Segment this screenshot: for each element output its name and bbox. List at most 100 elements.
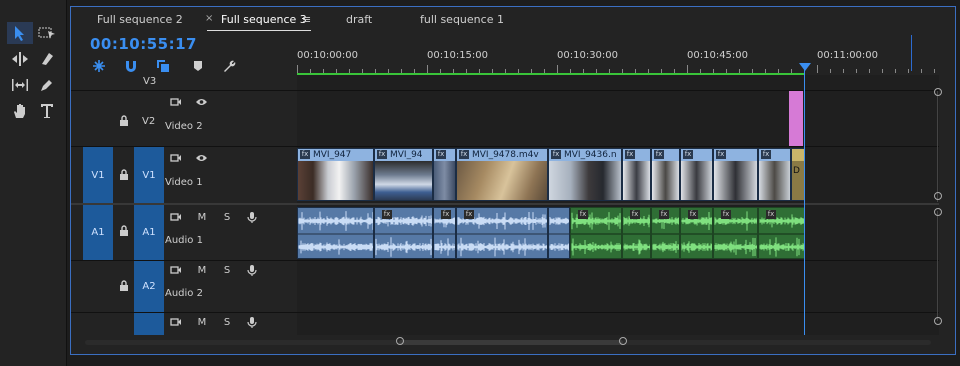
track-v3[interactable]: [297, 75, 939, 90]
lock-icon[interactable]: [118, 115, 130, 126]
tab-menu-icon[interactable]: ≡: [302, 13, 311, 26]
fx-badge-icon: fx: [630, 210, 640, 219]
video-clip[interactable]: D: [791, 148, 805, 201]
track-a3[interactable]: [297, 313, 939, 335]
fx-badge-icon: fx: [441, 210, 451, 219]
ruler-label: 00:10:00:00: [297, 50, 359, 61]
audio-clip[interactable]: fx: [713, 207, 758, 259]
lock-icon[interactable]: [118, 169, 130, 180]
audio-clip[interactable]: [548, 207, 570, 259]
tab-draft[interactable]: draft: [346, 13, 372, 26]
track-header-a2[interactable]: A2 M S Audio 2: [71, 261, 296, 312]
toggle-sync-lock-icon[interactable]: [170, 317, 182, 328]
clip-name: D: [793, 166, 800, 176]
nest-sequence-icon[interactable]: [92, 58, 106, 72]
audio-scroll-handle-top[interactable]: [934, 208, 942, 216]
horizontal-scroll-handle-right[interactable]: [619, 337, 627, 345]
audio-clip[interactable]: fx: [622, 207, 651, 259]
video-clip[interactable]: fx MVI_94: [374, 148, 433, 201]
audio-clip[interactable]: fx: [374, 207, 433, 259]
video-clip[interactable]: fx: [651, 148, 680, 201]
tab-full-sequence-2[interactable]: Full sequence 2: [97, 13, 183, 26]
track-name-audio-1: Audio 1: [165, 235, 203, 246]
type-tool-icon[interactable]: [34, 100, 60, 122]
solo-button[interactable]: S: [221, 265, 233, 276]
video-scroll-handle-bottom[interactable]: [934, 192, 942, 200]
track-target-a2[interactable]: A2: [134, 261, 164, 312]
fx-badge-icon: fx: [464, 210, 474, 219]
hand-tool-icon[interactable]: [7, 100, 33, 122]
track-v2[interactable]: [297, 91, 939, 146]
horizontal-scroll-handle-left[interactable]: [396, 337, 404, 345]
solo-button[interactable]: S: [221, 317, 233, 328]
toggle-sync-lock-icon[interactable]: [170, 265, 182, 276]
tab-full-sequence-1[interactable]: full sequence 1: [420, 13, 504, 26]
audio-clip[interactable]: [297, 207, 374, 259]
playhead-handle[interactable]: [799, 63, 811, 71]
playhead-line[interactable]: [804, 67, 805, 335]
video-clip[interactable]: fx: [622, 148, 651, 201]
pen-tool-icon[interactable]: [34, 74, 60, 96]
slip-tool-icon[interactable]: [7, 74, 33, 96]
video-clip[interactable]: fx MVI_947: [297, 148, 374, 201]
linked-selection-icon[interactable]: [156, 58, 170, 72]
source-patch-a1[interactable]: A1: [83, 205, 113, 260]
source-patch-v1[interactable]: V1: [83, 147, 113, 203]
video-clip[interactable]: fx: [758, 148, 791, 201]
audio-clip[interactable]: fx: [433, 207, 456, 259]
ripple-edit-tool-icon[interactable]: [7, 48, 33, 70]
video-clip[interactable]: fx MVI_9478.m4v: [456, 148, 548, 201]
sequence-end-marker: [911, 35, 912, 71]
audio-clip[interactable]: fx: [651, 207, 680, 259]
solo-button[interactable]: S: [221, 212, 233, 223]
track-label-v3: V3: [143, 76, 157, 87]
microphone-icon[interactable]: [246, 316, 258, 328]
eye-visibility-icon[interactable]: [195, 153, 207, 164]
video-clip[interactable]: fx: [433, 148, 456, 201]
mute-button[interactable]: M: [196, 317, 208, 328]
track-target-a3[interactable]: [134, 313, 164, 335]
selection-tool-icon[interactable]: [7, 22, 33, 44]
track-header-v2[interactable]: V2 Video 2: [71, 91, 296, 146]
audio-clip[interactable]: fx: [680, 207, 713, 259]
track-select-tool-icon[interactable]: [34, 22, 60, 44]
track-a2[interactable]: [297, 261, 939, 312]
video-scroll-track[interactable]: [937, 91, 938, 202]
track-header-a3[interactable]: M S: [71, 313, 296, 335]
audio-clip[interactable]: fx: [456, 207, 548, 259]
video-clip[interactable]: fx: [680, 148, 713, 201]
track-header-v3[interactable]: V3: [71, 75, 296, 90]
add-marker-icon[interactable]: [191, 58, 205, 72]
toggle-sync-lock-icon[interactable]: [170, 97, 182, 108]
video-clip[interactable]: fx: [713, 148, 758, 201]
track-header-v1[interactable]: V1 V1 Video 1: [71, 147, 296, 203]
fx-badge-icon: fx: [761, 150, 771, 159]
tab-full-sequence-3[interactable]: Full sequence 3: [221, 13, 307, 26]
audio-scroll-track[interactable]: [937, 211, 938, 321]
microphone-icon[interactable]: [246, 211, 258, 223]
lock-icon[interactable]: [118, 225, 130, 236]
playhead-timecode[interactable]: 00:10:55:17: [90, 35, 197, 53]
eye-visibility-icon[interactable]: [195, 97, 207, 108]
toggle-sync-lock-icon[interactable]: [170, 212, 182, 223]
snap-magnet-icon[interactable]: [124, 58, 138, 72]
mute-button[interactable]: M: [196, 265, 208, 276]
lock-icon[interactable]: [118, 280, 130, 291]
wrench-settings-icon[interactable]: [222, 58, 236, 72]
razor-tool-icon[interactable]: [34, 48, 60, 70]
close-tab-icon[interactable]: ×: [205, 13, 213, 24]
microphone-icon[interactable]: [246, 264, 258, 276]
track-target-v1[interactable]: V1: [134, 147, 164, 203]
track-header-a1[interactable]: A1 A1 M S Audio 1: [71, 205, 296, 260]
track-target-a1[interactable]: A1: [134, 205, 164, 260]
audio-clip[interactable]: fx: [570, 207, 622, 259]
mute-button[interactable]: M: [196, 212, 208, 223]
pink-clip-v2[interactable]: [789, 91, 803, 146]
video-clip[interactable]: fx MVI_9436.n: [548, 148, 622, 201]
time-ruler[interactable]: [297, 65, 939, 73]
toggle-sync-lock-icon[interactable]: [170, 153, 182, 164]
audio-scroll-handle-bottom[interactable]: [934, 317, 942, 325]
video-scroll-handle-top[interactable]: [934, 88, 942, 96]
horizontal-scroll-thumb[interactable]: [399, 340, 623, 345]
audio-clip[interactable]: fx: [758, 207, 805, 259]
